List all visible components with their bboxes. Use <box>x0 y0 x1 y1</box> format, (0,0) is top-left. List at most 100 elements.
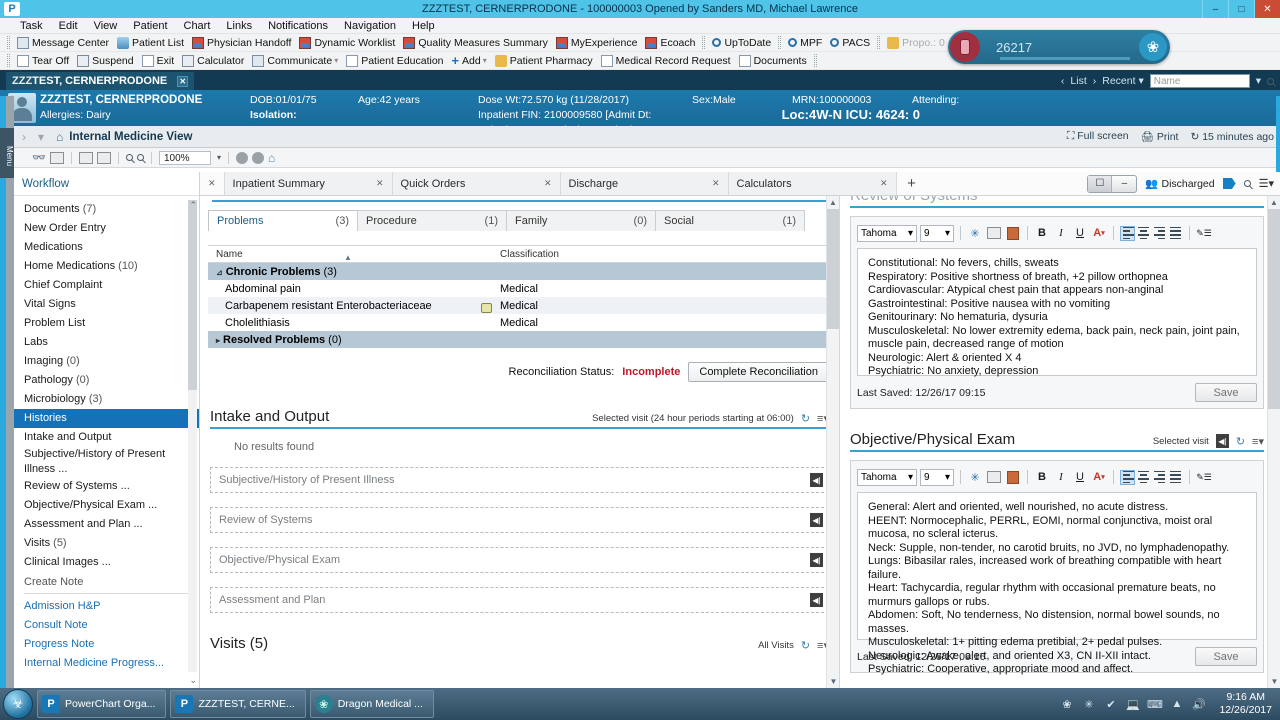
table-group-resolved-problems[interactable]: ▸ Resolved Problems (0) <box>208 331 831 348</box>
subtab-problems[interactable]: Problems (3) <box>208 210 358 231</box>
toolbar2-gripper[interactable] <box>7 54 10 67</box>
spell-check-icon[interactable]: ✎☰ <box>1196 225 1212 241</box>
toolbar-ecoach[interactable]: Ecoach <box>641 35 699 51</box>
align-center-icon-pe[interactable] <box>1136 470 1151 485</box>
underline-button[interactable]: U <box>1072 225 1088 241</box>
collapsed-caret-icon[interactable]: ▸ <box>216 336 220 345</box>
status-badge-discharged[interactable]: 👥 Discharged <box>1145 177 1214 191</box>
clear-formatting-icon-pe[interactable]: ✳ <box>967 469 983 485</box>
column-header-classification[interactable]: Classification <box>500 249 831 260</box>
align-right-icon-pe[interactable] <box>1152 470 1167 485</box>
tab-inpatient-summary[interactable]: Inpatient Summary ✕ <box>224 172 393 195</box>
sidebar-item-objective-physical-exam[interactable]: Objective/Physical Exam ... <box>14 496 199 515</box>
font-size-select-pe[interactable]: 9 ▾ <box>920 468 954 486</box>
toolbar-mpf[interactable]: MPF <box>784 35 826 51</box>
tag-icon[interactable] <box>1222 178 1236 189</box>
toolbar2-gripper-2[interactable] <box>813 54 817 67</box>
ros-textarea[interactable]: Constitutional: No fevers, chills, sweat… <box>857 248 1257 377</box>
align-center-icon[interactable] <box>1136 226 1151 241</box>
bold-button[interactable]: B <box>1034 225 1050 241</box>
search-caret-icon[interactable]: ▾ <box>1256 75 1261 87</box>
field-review-of-systems[interactable]: Review of Systems ◀| <box>210 507 829 533</box>
clear-formatting-icon[interactable]: ✳ <box>967 225 983 241</box>
menu-rail[interactable]: Menu <box>0 128 14 178</box>
collapse-view-icon[interactable]: – <box>1112 176 1136 192</box>
center-scroll-thumb[interactable] <box>827 209 839 329</box>
menu-item-links[interactable]: Links <box>218 20 260 32</box>
align-justify-icon[interactable] <box>1168 226 1183 241</box>
subtab-social[interactable]: Social (1) <box>655 210 805 231</box>
sidebar-item-chief-complaint[interactable]: Chief Complaint <box>14 276 199 295</box>
field-assessment-and-plan[interactable]: Assessment and Plan ◀| <box>210 587 829 613</box>
toolbar-dynamic-worklist[interactable]: Dynamic Worklist <box>295 35 399 51</box>
workflow-scroll-thumb[interactable] <box>188 200 197 390</box>
sidebar-item-documents[interactable]: Documents (7) <box>14 200 199 219</box>
subtab-family[interactable]: Family (0) <box>506 210 656 231</box>
tab-close-icon-1[interactable]: ✕ <box>544 178 552 189</box>
sidebar-item-microbiology[interactable]: Microbiology (3) <box>14 390 199 409</box>
refresh-timestamp[interactable]: ↻ 15 minutes ago <box>1190 131 1274 143</box>
font-color-icon[interactable]: A ▾ <box>1091 225 1107 241</box>
shield-tray-icon[interactable]: ✔ <box>1103 697 1118 712</box>
dragon-flame-icon[interactable]: ❀ <box>1139 33 1167 61</box>
tab-collapse-icon[interactable]: ✕ <box>200 172 225 195</box>
paste-icon[interactable] <box>1005 225 1021 241</box>
spell-check-icon-pe[interactable]: ✎☰ <box>1196 469 1212 485</box>
print-button[interactable]: 🖨 Print <box>1141 130 1179 143</box>
minimize-button[interactable]: – <box>1202 0 1228 18</box>
toolbar-uptodate[interactable]: UpToDate <box>708 35 775 51</box>
workflow-scrollbar[interactable] <box>188 200 197 672</box>
font-family-select[interactable]: Tahoma ▾ <box>857 224 917 242</box>
patient-tab[interactable]: ZZZ TEST, CERNERPRODONE ✕ <box>6 72 195 90</box>
note-link-admission-hp[interactable]: Admission H&P <box>14 597 199 616</box>
sidebar-item-medications[interactable]: Medications <box>14 238 199 257</box>
sidebar-item-home-medications[interactable]: Home Medications (10) <box>14 257 199 276</box>
paste-icon-pe[interactable] <box>1005 469 1021 485</box>
close-button[interactable]: ✕ <box>1254 0 1280 18</box>
dragon-text-field[interactable] <box>1000 57 1130 60</box>
section-menu-icon-pe[interactable]: ≡▾ <box>1252 435 1264 448</box>
volume-icon[interactable]: 🔊 <box>1191 697 1206 712</box>
scroll-down-icon[interactable]: ▼ <box>827 675 839 688</box>
table-row[interactable]: Carbapenem resistant Enterobacteriaceae … <box>208 297 831 314</box>
nav-back-icon[interactable]: ‹ <box>1061 75 1065 87</box>
sidebar-item-clinical-images[interactable]: Clinical Images ... <box>14 553 199 572</box>
toolbar-tear-off[interactable]: Tear Off <box>13 53 73 69</box>
chevron-down-icon-workflow[interactable]: ⌄ <box>189 675 197 686</box>
toolbar-quality-measures[interactable]: Quality Measures Summary <box>399 35 552 51</box>
align-right-icon[interactable] <box>1152 226 1167 241</box>
sidebar-item-problem-list[interactable]: Problem List <box>14 314 199 333</box>
toolbar-gripper-2[interactable] <box>702 36 706 49</box>
align-left-icon[interactable] <box>1120 225 1135 241</box>
scroll-up-icon-right[interactable]: ▲ <box>1268 196 1280 209</box>
right-scrollbar[interactable]: ▲ ▼ <box>1267 196 1280 688</box>
view-dropdown-icon[interactable]: ▾ <box>32 130 50 144</box>
menu-item-task[interactable]: Task <box>12 20 51 32</box>
toolbar-gripper-4[interactable] <box>877 36 881 49</box>
table-group-chronic-problems[interactable]: ⊿ Chronic Problems (3) <box>208 263 831 280</box>
bold-button-pe[interactable]: B <box>1034 469 1050 485</box>
toolbar-calculator[interactable]: Calculator <box>178 53 248 69</box>
add-tab-button[interactable]: + <box>897 172 927 195</box>
zoom-level-value[interactable]: 100% <box>159 150 211 165</box>
toolbar-exit[interactable]: Exit <box>138 53 179 69</box>
tab-close-icon-3[interactable]: ✕ <box>880 178 888 189</box>
zoom-in-icon[interactable] <box>137 154 144 161</box>
toolbar-propofol[interactable]: Propo.: 0 <box>883 35 949 51</box>
windows-start-icon[interactable]: ☣ <box>3 689 33 719</box>
inbox-view-icon[interactable]: ☐ <box>1088 175 1113 192</box>
scroll-up-icon[interactable]: ▲ <box>827 196 839 209</box>
menu-item-chart[interactable]: Chart <box>176 20 219 32</box>
toolbar-communicate[interactable]: Communicate ▾ <box>248 53 342 69</box>
refresh-icon-visits[interactable]: ↻ <box>801 639 810 652</box>
refresh-icon-pe[interactable]: ↻ <box>1236 435 1245 448</box>
toolbar-patient-education[interactable]: Patient Education <box>342 53 447 69</box>
tab-calculators[interactable]: Calculators ✕ <box>728 172 897 195</box>
menu-item-view[interactable]: View <box>86 20 126 32</box>
sidebar-item-histories[interactable]: Histories <box>14 409 199 428</box>
center-scrollbar[interactable]: ▲ ▼ <box>826 196 839 688</box>
toolbar-message-center[interactable]: Message Center <box>13 35 113 51</box>
maximize-button[interactable]: □ <box>1228 0 1254 18</box>
note-link-internal-medicine-progress[interactable]: Internal Medicine Progress... <box>14 654 199 673</box>
nav-forward-icon[interactable]: › <box>1093 75 1097 87</box>
